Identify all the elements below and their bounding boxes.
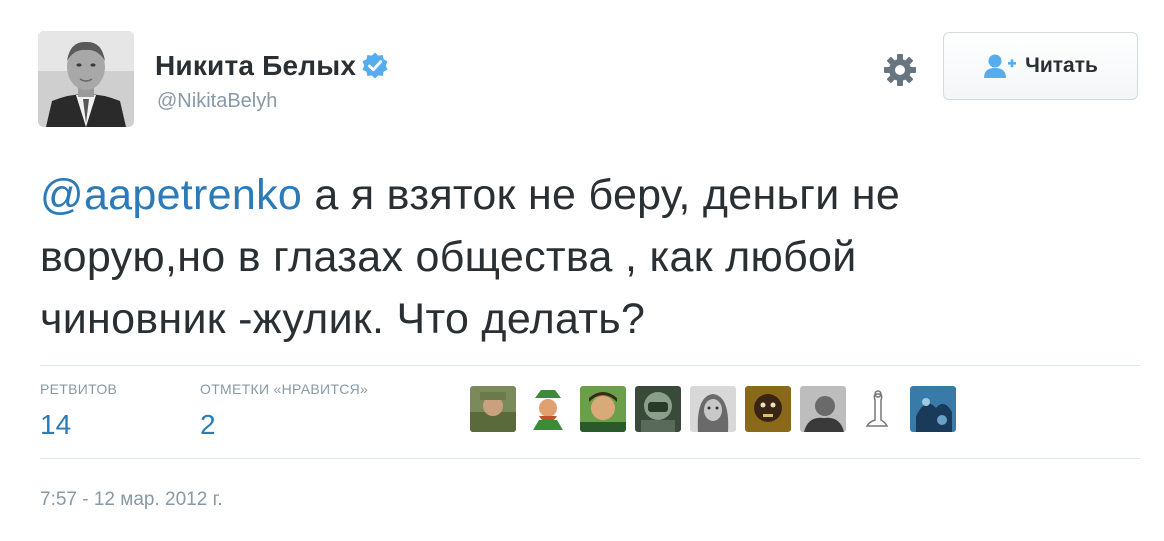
liker-avatar[interactable] [690, 386, 736, 432]
verified-badge-icon [362, 52, 388, 79]
author-display-name[interactable]: Никита Белых [155, 49, 356, 83]
liker-avatar[interactable] [745, 386, 791, 432]
liker-avatar[interactable] [525, 386, 571, 432]
liker-avatar[interactable] [910, 386, 956, 432]
likes-count: 2 [200, 409, 216, 440]
stats-top-divider [40, 365, 1140, 366]
liker-avatar[interactable] [855, 386, 901, 432]
author-avatar[interactable] [38, 31, 134, 127]
tweet-timestamp[interactable]: 7:57 - 12 мар. 2012 г. [40, 488, 222, 512]
gear-icon[interactable] [882, 52, 918, 88]
stats-bottom-divider [40, 458, 1140, 459]
author-handle[interactable]: @NikitaBelyh [157, 88, 277, 114]
liker-avatar[interactable] [635, 386, 681, 432]
retweets-count: 14 [40, 409, 72, 440]
liker-avatars [470, 386, 956, 432]
retweets-label: РЕТВИТОВ [40, 381, 118, 397]
likes-label: ОТМЕТКИ «НРАВИТСЯ» [200, 381, 369, 397]
add-user-icon [984, 54, 1017, 78]
follow-button-label: Читать [1025, 54, 1098, 77]
author-name-row: Никита Белых [155, 49, 390, 83]
tweet-text-line1: а я взяток не беру, деньги не [302, 171, 901, 219]
tweet-text-line3: чиновник -жулик. Что делать? [40, 295, 646, 343]
tweet-text: @aapetrenko а я взяток не беру, деньги н… [40, 164, 1130, 350]
liker-avatar[interactable] [470, 386, 516, 432]
retweets-stat[interactable]: РЕТВИТОВ 14 [40, 380, 117, 442]
tweet-mention-link[interactable]: @aapetrenko [40, 171, 302, 219]
follow-button[interactable]: Читать [943, 32, 1138, 100]
tweet-text-line2: ворую,но в глазах общества , как любой [40, 233, 857, 281]
likes-stat[interactable]: ОТМЕТКИ «НРАВИТСЯ» 2 [200, 380, 368, 442]
liker-avatar[interactable] [580, 386, 626, 432]
liker-avatar[interactable] [800, 386, 846, 432]
